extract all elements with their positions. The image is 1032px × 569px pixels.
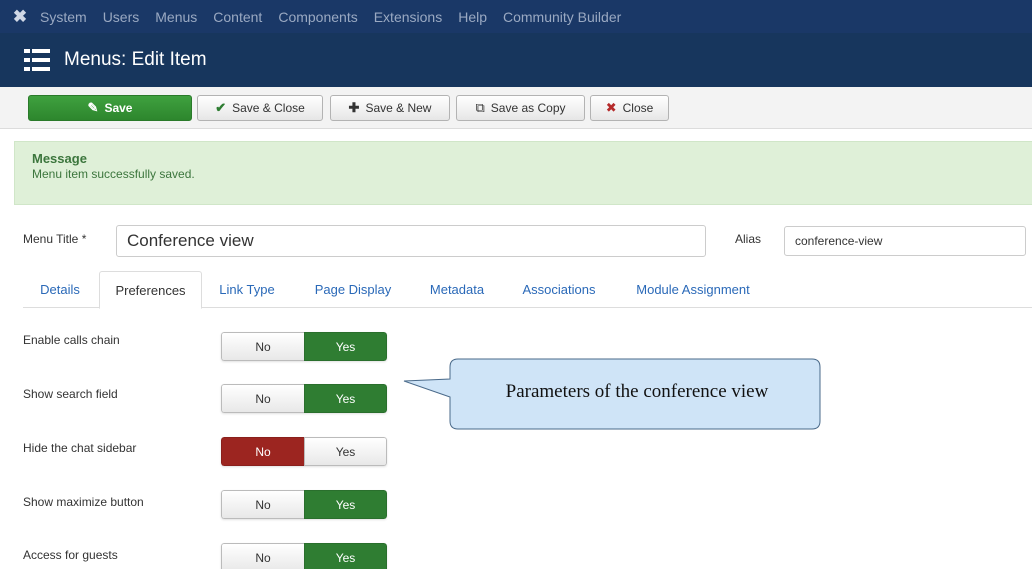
save-button-label: Save [104, 101, 133, 115]
callout-text: Parameters of the conference view [505, 381, 769, 402]
alias-input[interactable] [784, 226, 1026, 256]
tab-preferences[interactable]: Preferences [99, 271, 202, 309]
joomla-logo-icon[interactable]: ✖ [0, 7, 40, 27]
menu-extensions[interactable]: Extensions [374, 9, 442, 25]
toggle-no[interactable]: No [221, 332, 304, 361]
menu-menus[interactable]: Menus [155, 9, 197, 25]
close-button[interactable]: ✖ Close [590, 95, 669, 121]
close-label: Close [622, 101, 654, 115]
success-message: Message Menu item successfully saved. [14, 141, 1032, 205]
save-button[interactable]: ✎ Save [28, 95, 192, 121]
toggle-access-for-guests: No Yes [221, 543, 387, 569]
toggle-yes[interactable]: Yes [304, 490, 387, 519]
toggle-yes[interactable]: Yes [304, 437, 387, 466]
save-new-label: Save & New [365, 101, 432, 115]
menu-content[interactable]: Content [213, 9, 262, 25]
tab-details[interactable]: Details [23, 271, 97, 308]
message-body: Menu item successfully saved. [32, 167, 195, 181]
toggle-enable-calls-chain: No Yes [221, 332, 387, 361]
pref-label-show-maximize-button: Show maximize button [23, 495, 144, 509]
alias-label: Alias [735, 232, 762, 246]
menu-title-label: Menu Title * [23, 232, 87, 246]
toggle-no[interactable]: No [221, 384, 304, 413]
save-new-button[interactable]: ✚ Save & New [330, 95, 450, 121]
tab-metadata[interactable]: Metadata [419, 271, 495, 308]
page-title: Menus: Edit Item [64, 49, 207, 70]
menu-users[interactable]: Users [103, 9, 140, 25]
menu-components[interactable]: Components [278, 9, 357, 25]
toggle-no[interactable]: No [221, 437, 304, 466]
toggle-no[interactable]: No [221, 490, 304, 519]
tab-module-assignment[interactable]: Module Assignment [623, 271, 763, 308]
tab-bar: Details Preferences Link Type Page Displ… [23, 271, 1032, 309]
save-close-label: Save & Close [232, 101, 305, 115]
plus-icon: ✚ [348, 100, 360, 115]
toggle-yes[interactable]: Yes [304, 332, 387, 361]
menu-help[interactable]: Help [458, 9, 487, 25]
save-copy-button[interactable]: ⧉ Save as Copy [456, 95, 585, 121]
menu-system[interactable]: System [40, 9, 87, 25]
tab-associations[interactable]: Associations [509, 271, 609, 308]
pref-label-access-for-guests: Access for guests [23, 548, 118, 562]
pref-label-enable-calls-chain: Enable calls chain [23, 333, 120, 347]
toggle-no[interactable]: No [221, 543, 304, 569]
toggle-hide-chat-sidebar: No Yes [221, 437, 387, 466]
pref-label-show-search-field: Show search field [23, 387, 118, 401]
close-circle-icon: ✖ [605, 100, 617, 115]
tab-page-display[interactable]: Page Display [305, 271, 401, 308]
save-copy-label: Save as Copy [490, 101, 566, 115]
message-title: Message [32, 151, 87, 166]
toggle-show-maximize-button: No Yes [221, 490, 387, 519]
menu-title-input[interactable] [116, 225, 706, 257]
save-close-button[interactable]: ✔ Save & Close [197, 95, 323, 121]
toggle-yes[interactable]: Yes [304, 384, 387, 413]
menu-community-builder[interactable]: Community Builder [503, 9, 621, 25]
toggle-yes[interactable]: Yes [304, 543, 387, 569]
top-nav-bar: ✖ System Users Menus Content Components … [0, 0, 1032, 33]
check-icon: ✔ [215, 100, 227, 115]
toggle-show-search-field: No Yes [221, 384, 387, 413]
tab-link-type[interactable]: Link Type [207, 271, 287, 308]
page-header: Menus: Edit Item [0, 33, 1032, 87]
copy-icon: ⧉ [475, 100, 485, 115]
top-menu: System Users Menus Content Components Ex… [40, 9, 637, 25]
toolbar: ✎ Save ✔ Save & Close ✚ Save & New ⧉ Sav… [0, 87, 1032, 129]
pref-label-hide-chat-sidebar: Hide the chat sidebar [23, 441, 137, 455]
menu-list-icon [24, 49, 50, 71]
annotation-callout: Parameters of the conference view [400, 355, 830, 435]
edit-icon: ✎ [87, 100, 99, 115]
